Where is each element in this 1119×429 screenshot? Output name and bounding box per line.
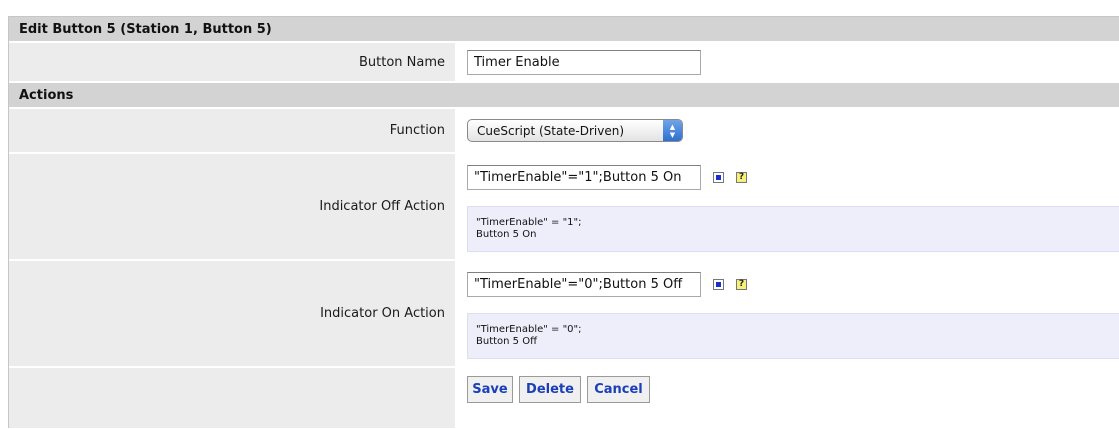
indicator-off-input[interactable]: "TimerEnable"="1";Button 5 On: [467, 165, 701, 190]
indicator-off-label: Indicator Off Action: [9, 154, 457, 259]
button-name-cell: Timer Enable: [457, 43, 1119, 81]
actions-header: Actions: [9, 83, 1119, 109]
indicator-on-label: Indicator On Action: [9, 261, 457, 366]
indicator-on-preview-line2: Button 5 Off: [476, 336, 537, 347]
form-title: Edit Button 5 (Station 1, Button 5): [19, 21, 272, 37]
function-label: Function: [9, 109, 457, 152]
cancel-button[interactable]: Cancel: [587, 376, 650, 403]
help-icon[interactable]: ?: [736, 172, 747, 183]
indicator-on-cell: "TimerEnable"="0";Button 5 Off ? "TimerE…: [457, 261, 1119, 366]
button-name-row: Button Name Timer Enable: [9, 43, 1119, 83]
form-buttons-cell: Save Delete Cancel: [457, 368, 1119, 428]
form-title-header: Edit Button 5 (Station 1, Button 5): [9, 17, 1119, 43]
save-button[interactable]: Save: [467, 376, 513, 403]
indicator-off-preview-line1: "TimerEnable" = "1";: [476, 217, 582, 228]
actions-title: Actions: [19, 87, 74, 103]
insert-variable-icon[interactable]: [713, 172, 724, 183]
indicator-on-preview-line1: "TimerEnable" = "0";: [476, 324, 582, 335]
indicator-on-row: Indicator On Action "TimerEnable"="0";Bu…: [9, 261, 1119, 368]
indicator-off-cell: "TimerEnable"="1";Button 5 On ? "TimerEn…: [457, 154, 1119, 259]
select-arrows-icon: ▲ ▼: [663, 120, 682, 141]
indicator-on-preview: "TimerEnable" = "0"; Button 5 Off: [467, 313, 1119, 359]
indicator-off-preview: "TimerEnable" = "1"; Button 5 On: [467, 206, 1119, 252]
indicator-off-preview-line2: Button 5 On: [476, 229, 537, 240]
delete-button[interactable]: Delete: [519, 376, 581, 403]
function-select-value: CueScript (State-Driven): [477, 123, 625, 138]
button-name-input[interactable]: Timer Enable: [467, 50, 701, 75]
insert-variable-icon[interactable]: [713, 279, 724, 290]
indicator-off-row: Indicator Off Action "TimerEnable"="1";B…: [9, 154, 1119, 261]
form-buttons-label-cell: [9, 368, 457, 428]
function-row: Function CueScript (State-Driven) ▲ ▼: [9, 109, 1119, 154]
button-name-label: Button Name: [9, 43, 457, 81]
function-select[interactable]: CueScript (State-Driven) ▲ ▼: [467, 119, 683, 142]
help-icon[interactable]: ?: [736, 279, 747, 290]
edit-button-form: Edit Button 5 (Station 1, Button 5) Butt…: [8, 16, 1119, 428]
form-buttons-row: Save Delete Cancel: [9, 368, 1119, 428]
indicator-on-input[interactable]: "TimerEnable"="0";Button 5 Off: [467, 272, 701, 297]
function-cell: CueScript (State-Driven) ▲ ▼: [457, 109, 1119, 152]
